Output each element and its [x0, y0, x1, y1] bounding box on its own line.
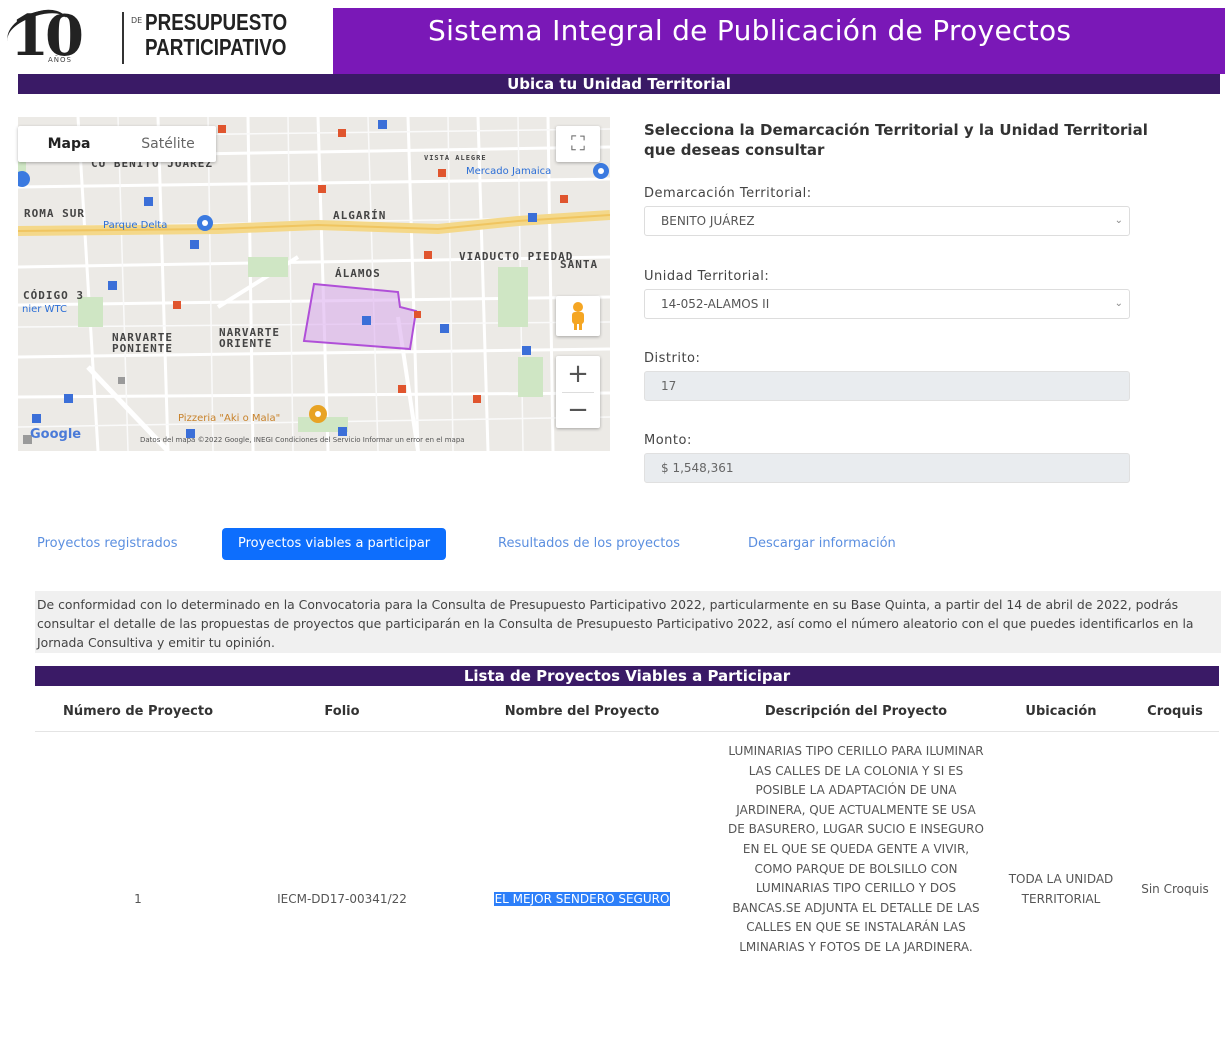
chevron-down-icon: ⌄: [1114, 298, 1123, 309]
table-cell-numero: 1: [134, 892, 142, 906]
map-label-santa: SANTA: [560, 258, 599, 271]
map-label-codigo: CÓDIGO 3: [23, 289, 84, 302]
map-label-narvarte-oriente: NARVARTE ORIENTE: [219, 326, 280, 350]
map-label-wtc: nier WTC: [22, 304, 67, 315]
tab-resultados[interactable]: Resultados de los proyectos: [498, 528, 680, 560]
monto-label: Monto:: [644, 433, 692, 448]
zoom-in-button[interactable]: +: [556, 356, 600, 392]
table-cell-descripcion: LUMINARIAS TIPO CERILLO PARA ILUMINAR LA…: [728, 744, 984, 954]
unidad-value: 14-052-ALAMOS II: [661, 297, 770, 311]
logo-title-line2: PARTICIPATIVO: [145, 34, 287, 60]
chevron-down-icon: ⌄: [1114, 215, 1123, 226]
table-cell-croquis: Sin Croquis: [1141, 882, 1209, 896]
table-cell-ubicacion: TODA LA UNIDAD TERRITORIAL: [1008, 872, 1114, 906]
unidad-label: Unidad Territorial:: [644, 269, 770, 284]
map-label-alamos: ÁLAMOS: [335, 267, 381, 280]
table-cell-folio: IECM-DD17-00341/22: [277, 892, 407, 906]
demarcacion-value: BENITO JUÁREZ: [661, 214, 755, 228]
list-title-bar: Lista de Proyectos Viables a Participar: [35, 666, 1219, 686]
map-label-poi: Pizzeria "Aki o Mala": [178, 413, 281, 424]
table-header-folio: Folio: [324, 704, 360, 719]
table-header-divider: [35, 731, 1219, 732]
pegman-icon[interactable]: [556, 296, 600, 336]
map-label-roma-sur: ROMA SUR: [24, 207, 85, 220]
table-header-ubicacion: Ubicación: [1025, 704, 1097, 719]
tab-descargar[interactable]: Descargar información: [748, 528, 896, 560]
map-type-satellite-button[interactable]: Satélite: [122, 126, 214, 162]
logo-anos: AÑOS: [48, 56, 72, 64]
table-cell-nombre[interactable]: EL MEJOR SENDERO SEGURO: [443, 890, 721, 910]
unidad-select[interactable]: 14-052-ALAMOS II ⌄: [644, 289, 1130, 319]
tab-proyectos-viables[interactable]: Proyectos viables a participar: [222, 528, 447, 560]
form-heading: Selecciona la Demarcación Territorial y …: [644, 121, 1148, 159]
zoom-control: + −: [556, 356, 600, 428]
monto-field: $ 1,548,361: [644, 453, 1130, 483]
map-type-toggle: Mapa Satélite: [18, 126, 216, 162]
map-type-map-button[interactable]: Mapa: [28, 126, 110, 162]
map-label-narvarte-poniente: NARVARTE PONIENTE: [112, 331, 173, 355]
demarcacion-label: Demarcación Territorial:: [644, 186, 812, 201]
map-label-viaducto-piedad: VIADUCTO PIEDAD: [459, 250, 574, 263]
table-header-descripcion: Descripción del Proyecto: [764, 704, 948, 719]
fullscreen-icon[interactable]: ⛶: [556, 126, 600, 162]
selected-project-name[interactable]: EL MEJOR SENDERO SEGURO: [493, 892, 671, 906]
table-header-nombre: Nombre del Proyecto: [504, 704, 660, 719]
distrito-field: 17: [644, 371, 1130, 401]
google-logo: Google: [30, 427, 82, 442]
section-title-bar: Ubica tu Unidad Territorial: [18, 74, 1220, 94]
table-header-numero: Número de Proyecto: [62, 704, 214, 719]
tab-proyectos-registrados[interactable]: Proyectos registrados: [37, 528, 178, 560]
logo-title-line1: PRESUPUESTO: [145, 9, 288, 35]
map-footer[interactable]: Datos del mapa ©2022 Google, INEGI Condi…: [140, 436, 465, 444]
logo-de: DE: [131, 16, 143, 25]
map-label-algarin: ALGARÍN: [333, 209, 387, 222]
pegman-graphic: [572, 302, 584, 330]
zoom-out-button[interactable]: −: [556, 392, 600, 428]
table-header-croquis: Croquis: [1147, 704, 1203, 719]
distrito-label: Distrito:: [644, 351, 701, 366]
info-text: De conformidad con lo determinado en la …: [35, 591, 1221, 653]
map-label-parque-delta: Parque Delta: [103, 220, 168, 231]
map-label-mercado-jamaica: Mercado Jamaica: [466, 166, 552, 177]
logo-title: PRESUPUESTO PARTICIPATIVO: [145, 10, 287, 60]
map-label-vista-alegre: VISTA ALEGRE: [424, 154, 487, 162]
demarcacion-select[interactable]: BENITO JUÁREZ ⌄: [644, 206, 1130, 236]
page-title: Sistema Integral de Publicación de Proye…: [428, 14, 1072, 47]
logo-divider: [122, 12, 124, 64]
